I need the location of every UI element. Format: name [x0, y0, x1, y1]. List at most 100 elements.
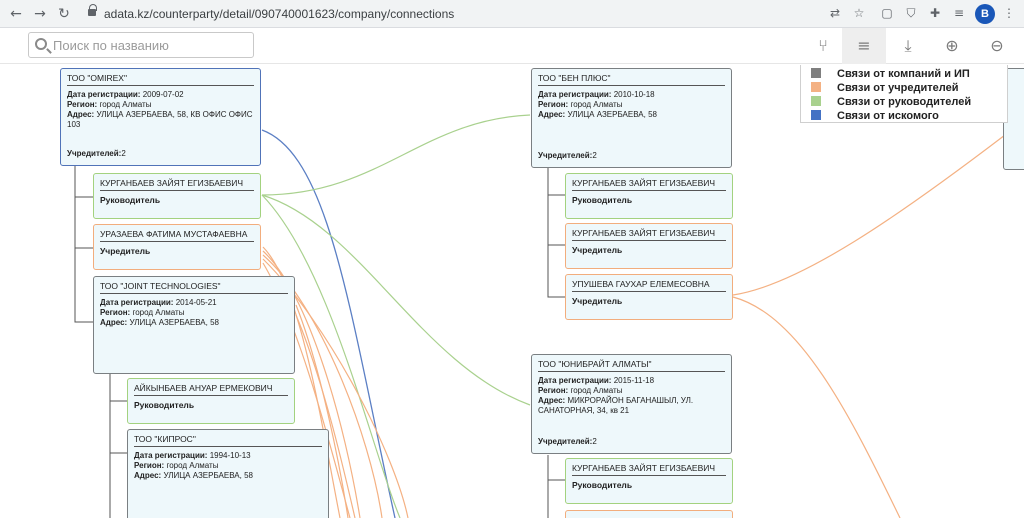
founders-count: 2: [592, 151, 597, 160]
person-name: КУРГАНБАЕВ ЗАЙЯТ ЕГИЗБАЕВИЧ: [572, 463, 726, 476]
tree-connector: [547, 167, 565, 298]
company-title: ТОО "БЕН ПЛЮС": [538, 73, 725, 86]
person-node-upusheva[interactable]: УПУШЕВА ГАУХАР ЕЛЕМЕСОВНА Учредитель: [565, 274, 733, 320]
reg-date-label: Дата регистрации:: [538, 376, 612, 385]
translate-icon[interactable]: ⇄: [828, 6, 842, 20]
region: город Алматы: [166, 461, 219, 470]
shield-icon[interactable]: ⛉: [904, 6, 918, 20]
list-icon[interactable]: ≡: [842, 28, 886, 64]
region-label: Регион:: [538, 386, 569, 395]
reg-date: 2015-11-18: [613, 376, 655, 385]
company-title: ТОО "JOINT TECHNOLOGIES": [100, 281, 288, 294]
person-role: Учредитель: [100, 246, 151, 256]
founders-label: Учредителей:: [538, 151, 593, 160]
search-box[interactable]: [28, 32, 254, 58]
reg-date-label: Дата регистрации:: [134, 451, 208, 460]
link-manager: [261, 194, 531, 406]
person-role: Учредитель: [572, 296, 623, 306]
address-label: Адрес:: [538, 396, 566, 405]
address: УЛИЦА АЗЕРБАЕВА, 58: [163, 471, 253, 480]
forward-icon[interactable]: →: [30, 4, 50, 24]
reg-date: 2009-07-02: [142, 90, 184, 99]
zoom-in-icon[interactable]: ⊕: [930, 28, 974, 64]
download-icon[interactable]: ⤓: [886, 28, 930, 64]
connections-graph[interactable]: ТОО "OMIREX" Дата регистрации: 2009-07-0…: [0, 65, 1024, 518]
legend-swatch: [811, 68, 821, 78]
region-label: Регион:: [538, 100, 569, 109]
person-node-kurganbaev[interactable]: КУРГАНБАЕВ ЗАЙЯТ ЕГИЗБАЕВИЧ Учредитель: [565, 223, 733, 269]
reg-date-label: Дата регистрации:: [67, 90, 141, 99]
person-node-partial[interactable]: [565, 510, 733, 518]
address: УЛИЦА АЗЕРБАЕВА, 58: [567, 110, 657, 119]
founders-label: Учредителей:: [538, 437, 593, 446]
legend-item: Связи от компаний и ИП: [811, 67, 997, 81]
address-label: Адрес:: [67, 110, 95, 119]
reg-date: 1994-10-13: [209, 451, 251, 460]
person-role: Руководитель: [134, 400, 195, 410]
founders-count: 2: [592, 437, 597, 446]
link-manager: [261, 114, 531, 196]
company-node-ben-plus[interactable]: ТОО "БЕН ПЛЮС" Дата регистрации: 2010-10…: [531, 68, 732, 168]
playlist-icon[interactable]: ≡: [952, 6, 966, 20]
tree-connector: [74, 165, 93, 323]
company-title: ТОО "OMIREX": [67, 73, 254, 86]
person-role: Руководитель: [100, 195, 161, 205]
person-node-kurganbaev[interactable]: КУРГАНБАЕВ ЗАЙЯТ ЕГИЗБАЕВИЧ Руководитель: [93, 173, 261, 219]
legend-swatch: [811, 82, 821, 92]
browser-toolbar: ← → ↻ adata.kz/counterparty/detail/09074…: [0, 0, 1024, 28]
founders-count: 2: [121, 149, 126, 158]
tree-icon[interactable]: ⑂: [801, 28, 845, 64]
region: город Алматы: [570, 100, 623, 109]
link-founder: [732, 134, 1006, 296]
company-title: ТОО "ЮНИБРАЙТ АЛМАТЫ": [538, 359, 725, 372]
founders-label: Учредителей:: [67, 149, 122, 158]
graph-toolbar: ⑂ ≡ ⤓ ⊕ ⊖: [0, 28, 1024, 64]
extension-icon[interactable]: ▢: [880, 6, 894, 20]
region: город Алматы: [132, 308, 185, 317]
person-node-kurganbaev[interactable]: КУРГАНБАЕВ ЗАЙЯТ ЕГИЗБАЕВИЧ Руководитель: [565, 458, 733, 504]
region: город Алматы: [99, 100, 152, 109]
person-role: Руководитель: [572, 480, 633, 490]
region: город Алматы: [570, 386, 623, 395]
puzzle-icon[interactable]: ✚: [928, 6, 942, 20]
address: УЛИЦА АЗЕРБАЕВА, 58, КВ ОФИС ОФИС 103: [67, 110, 253, 129]
url-text[interactable]: adata.kz/counterparty/detail/09074000162…: [104, 7, 454, 21]
lock-icon: [88, 4, 97, 18]
profile-avatar[interactable]: B: [975, 4, 995, 24]
company-title: ТОО "КИПРОС": [134, 434, 322, 447]
legend-item: Связи от искомого: [811, 109, 997, 123]
reg-date: 2010-10-18: [613, 90, 655, 99]
zoom-out-icon[interactable]: ⊖: [975, 28, 1019, 64]
person-name: КУРГАНБАЕВ ЗАЙЯТ ЕГИЗБАЕВИЧ: [100, 178, 254, 191]
company-node-omirex[interactable]: ТОО "OMIREX" Дата регистрации: 2009-07-0…: [60, 68, 261, 166]
person-role: Учредитель: [572, 245, 623, 255]
company-node-kipros[interactable]: ТОО "КИПРОС" Дата регистрации: 1994-10-1…: [127, 429, 329, 518]
address-label: Адрес:: [100, 318, 128, 327]
person-node-aikynbaev[interactable]: АЙКЫНБАЕВ АНУАР ЕРМЕКОВИЧ Руководитель: [127, 378, 295, 424]
link-founder: [732, 296, 901, 518]
star-icon[interactable]: ☆: [852, 6, 866, 20]
region-label: Регион:: [134, 461, 165, 470]
legend-item: Связи от учредителей: [811, 81, 997, 95]
reg-date-label: Дата регистрации:: [538, 90, 612, 99]
search-input[interactable]: [53, 36, 249, 54]
person-name: КУРГАНБАЕВ ЗАЙЯТ ЕГИЗБАЕВИЧ: [572, 178, 726, 191]
company-node-unibright[interactable]: ТОО "ЮНИБРАЙТ АЛМАТЫ" Дата регистрации: …: [531, 354, 732, 454]
person-name: АЙКЫНБАЕВ АНУАР ЕРМЕКОВИЧ: [134, 383, 288, 396]
more-menu-icon[interactable]: ⋮: [1002, 6, 1016, 20]
address-label: Адрес:: [134, 471, 162, 480]
reload-icon[interactable]: ↻: [54, 4, 74, 24]
company-node-joint-technologies[interactable]: ТОО "JOINT TECHNOLOGIES" Дата регистраци…: [93, 276, 295, 374]
region-label: Регион:: [67, 100, 98, 109]
person-name: КУРГАНБАЕВ ЗАЙЯТ ЕГИЗБАЕВИЧ: [572, 228, 726, 241]
address-bar[interactable]: adata.kz/counterparty/detail/09074000162…: [78, 2, 868, 26]
address: УЛИЦА АЗЕРБАЕВА, 58: [129, 318, 219, 327]
legend-swatch: [811, 110, 821, 120]
legend-item: Связи от руководителей: [811, 95, 997, 109]
search-icon: [35, 38, 47, 50]
person-node-urazaeva[interactable]: УРАЗАЕВА ФАТИМА МУСТАФАЕВНА Учредитель: [93, 224, 261, 270]
back-icon[interactable]: ←: [6, 4, 26, 24]
person-name: УПУШЕВА ГАУХАР ЕЛЕМЕСОВНА: [572, 279, 726, 292]
legend: Связи от компаний и ИП Связи от учредите…: [800, 65, 1008, 123]
person-node-kurganbaev[interactable]: КУРГАНБАЕВ ЗАЙЯТ ЕГИЗБАЕВИЧ Руководитель: [565, 173, 733, 219]
